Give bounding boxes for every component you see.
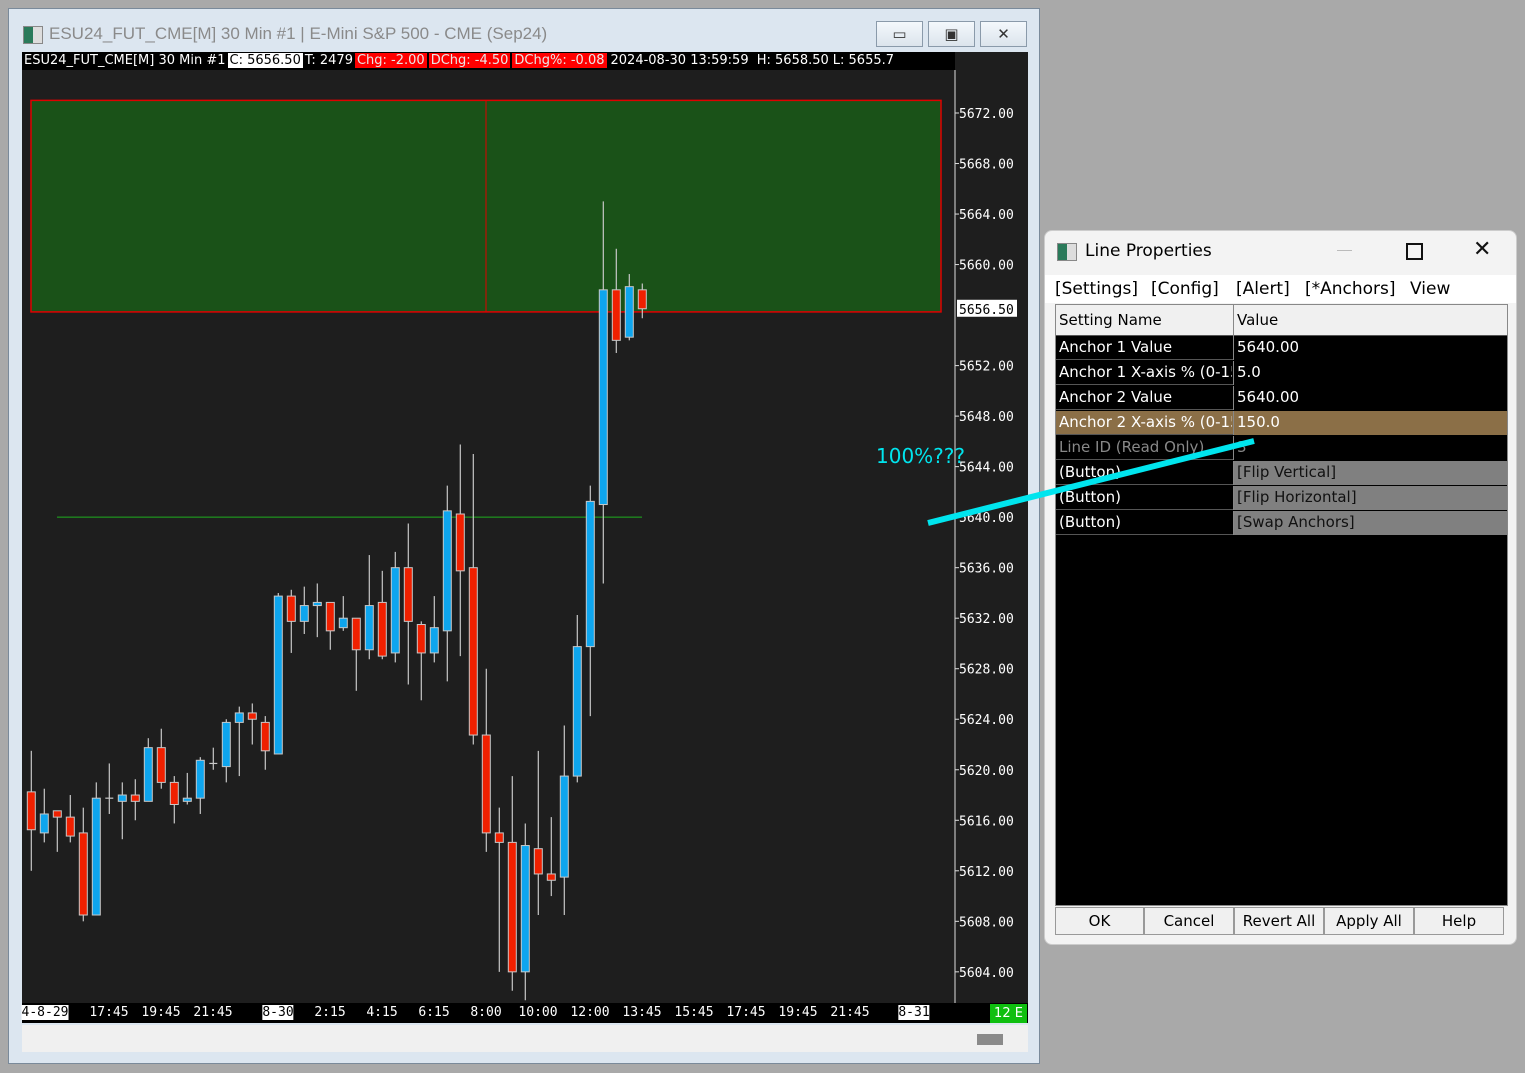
annotation-overlay xyxy=(927,438,1255,526)
annotation-line xyxy=(927,438,1255,526)
annotation-text: 100%??? xyxy=(876,444,966,468)
